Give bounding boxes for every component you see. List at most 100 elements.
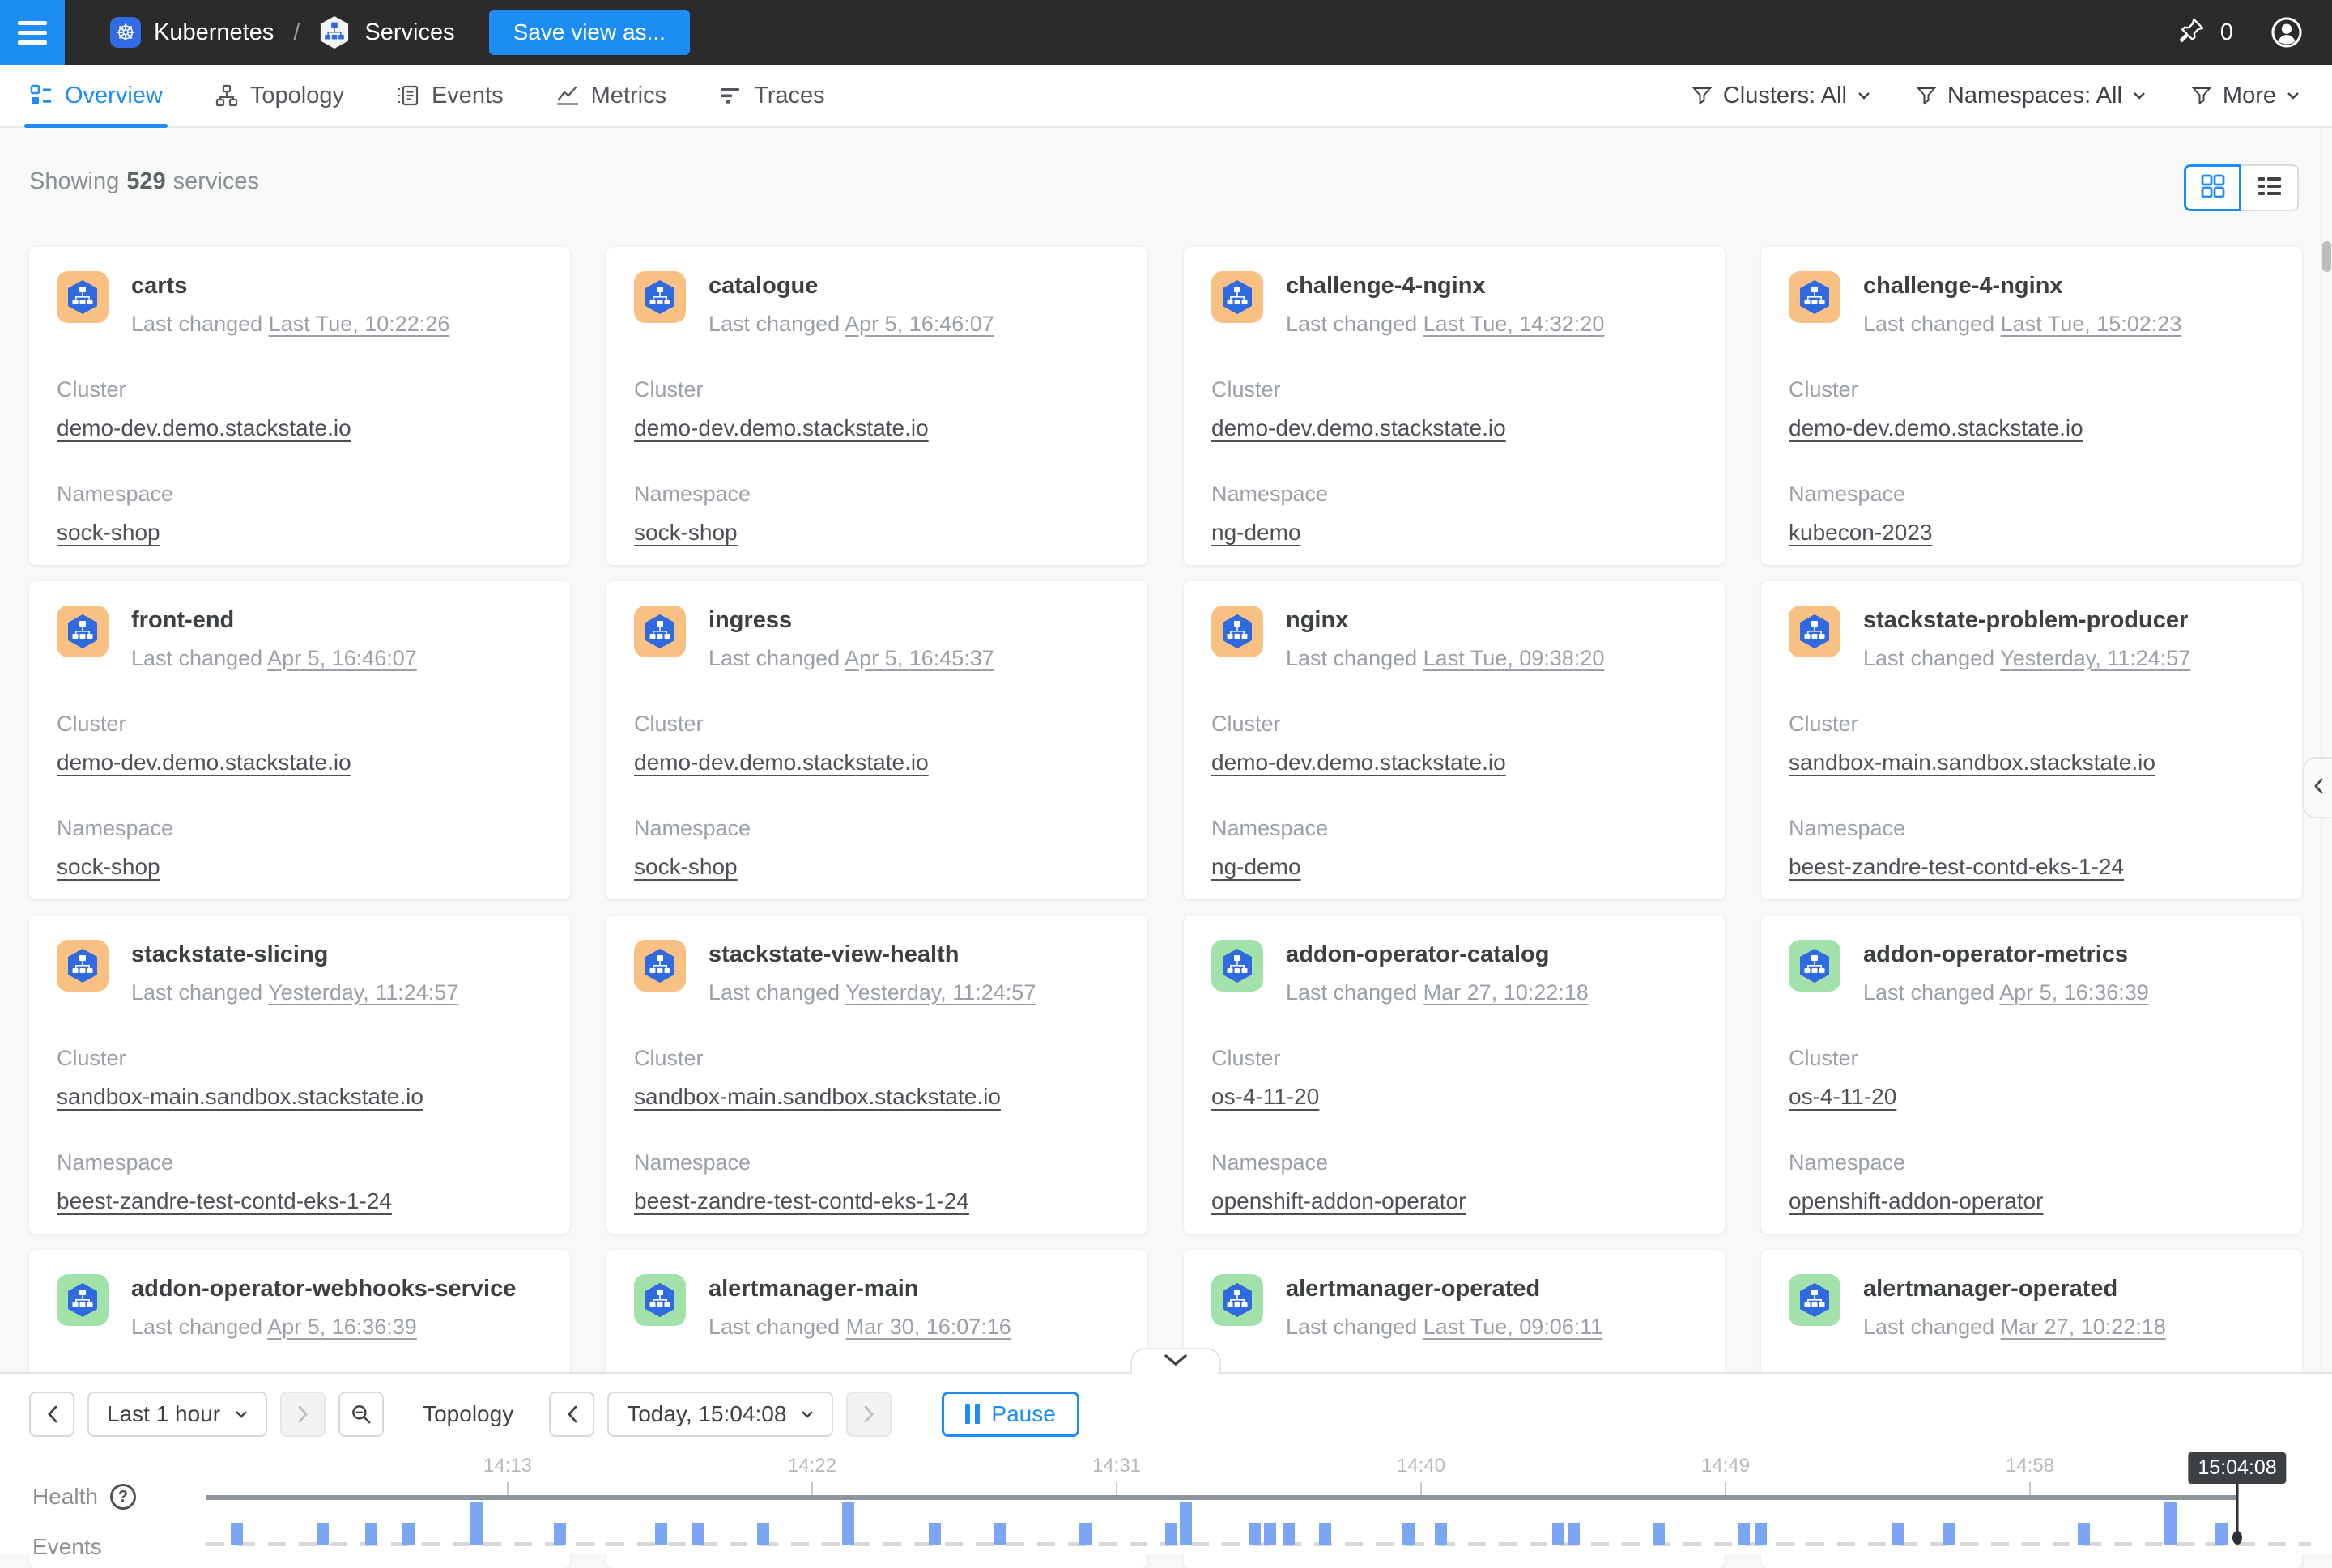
cluster-link[interactable]: demo-dev.demo.stackstate.io [634, 415, 929, 441]
filter-clusters-all[interactable]: Clusters: All [1692, 83, 1870, 109]
event-bar[interactable] [554, 1523, 566, 1545]
topology-time-forward-button[interactable] [846, 1392, 892, 1437]
hamburger-menu-button[interactable] [0, 0, 65, 65]
cluster-link[interactable]: sandbox-main.sandbox.stackstate.io [634, 1084, 1001, 1110]
event-bar[interactable] [757, 1523, 769, 1545]
tab-topology[interactable]: Topology [215, 65, 344, 126]
service-name[interactable]: nginx [1286, 606, 1604, 634]
event-bar[interactable] [1552, 1523, 1564, 1545]
namespace-link[interactable]: openshift-addon-operator [1211, 1188, 1466, 1214]
playhead-line[interactable] [2236, 1484, 2239, 1534]
pause-button[interactable]: Pause [942, 1392, 1079, 1437]
namespace-link[interactable]: beest-zandre-test-contd-eks-1-24 [57, 1188, 392, 1214]
cluster-link[interactable]: os-4-11-20 [1789, 1084, 1896, 1110]
event-bar[interactable] [2078, 1523, 2090, 1545]
save-view-button[interactable]: Save view as... [489, 10, 690, 55]
cluster-link[interactable]: demo-dev.demo.stackstate.io [57, 415, 351, 441]
event-bar[interactable] [1249, 1523, 1261, 1545]
cluster-link[interactable]: demo-dev.demo.stackstate.io [1789, 415, 2083, 441]
breadcrumb-app[interactable]: Kubernetes [154, 19, 274, 46]
service-card[interactable]: ingress Last changed Apr 5, 16:45:37 Clu… [606, 581, 1147, 899]
event-bar[interactable] [231, 1523, 243, 1545]
service-name[interactable]: ingress [709, 606, 994, 634]
last-changed-link[interactable]: Apr 5, 16:46:07 [845, 312, 994, 336]
event-bar[interactable] [1319, 1523, 1331, 1545]
cluster-link[interactable]: demo-dev.demo.stackstate.io [634, 750, 929, 776]
event-bar[interactable] [1943, 1523, 1955, 1545]
last-changed-link[interactable]: Last Tue, 10:22:26 [269, 312, 450, 336]
event-bar[interactable] [994, 1523, 1006, 1545]
time-range-back-button[interactable] [29, 1392, 74, 1437]
last-changed-link[interactable]: Yesterday, 11:24:57 [2000, 646, 2190, 670]
namespace-link[interactable]: openshift-addon-operator [1789, 1188, 2043, 1214]
service-card[interactable]: stackstate-problem-producer Last changed… [1761, 581, 2302, 899]
right-panel-expand-handle[interactable] [2303, 757, 2332, 818]
health-timeline-track[interactable] [206, 1495, 2237, 1500]
service-card[interactable]: challenge-4-nginx Last changed Last Tue,… [1184, 247, 1725, 565]
namespace-link[interactable]: ng-demo [1211, 854, 1301, 880]
event-bar[interactable] [2215, 1523, 2228, 1545]
event-bar[interactable] [2164, 1502, 2177, 1545]
help-icon[interactable]: ? [110, 1484, 136, 1510]
service-card[interactable]: carts Last changed Last Tue, 10:22:26 Cl… [29, 247, 570, 565]
grid-view-button[interactable] [2184, 164, 2241, 211]
time-range-forward-button[interactable] [280, 1392, 326, 1437]
service-name[interactable]: carts [131, 271, 449, 300]
breadcrumb-page[interactable]: Services [364, 19, 454, 46]
event-bar[interactable] [1738, 1523, 1750, 1545]
event-bar[interactable] [1892, 1523, 1904, 1545]
event-bar[interactable] [365, 1523, 377, 1545]
last-changed-link[interactable]: Last Tue, 15:02:23 [2001, 312, 2182, 336]
topology-time-back-button[interactable] [549, 1392, 594, 1437]
service-card[interactable]: nginx Last changed Last Tue, 09:38:20 Cl… [1184, 581, 1725, 899]
namespace-link[interactable]: sock-shop [57, 854, 160, 880]
timeline-collapse-tab[interactable] [1130, 1348, 1221, 1374]
cluster-link[interactable]: sandbox-main.sandbox.stackstate.io [57, 1084, 423, 1110]
service-name[interactable]: alertmanager-operated [1286, 1274, 1602, 1302]
event-bar[interactable] [402, 1523, 415, 1545]
last-changed-link[interactable]: Mar 30, 16:07:16 [846, 1315, 1011, 1339]
last-changed-link[interactable]: Last Tue, 09:38:20 [1423, 646, 1605, 670]
service-card[interactable]: catalogue Last changed Apr 5, 16:46:07 C… [606, 247, 1147, 565]
event-bar[interactable] [692, 1523, 704, 1545]
service-name[interactable]: front-end [131, 606, 417, 634]
service-card[interactable]: stackstate-slicing Last changed Yesterda… [29, 916, 570, 1234]
filter-namespaces-all[interactable]: Namespaces: All [1916, 83, 2146, 109]
event-bar[interactable] [1264, 1523, 1276, 1545]
service-name[interactable]: stackstate-slicing [131, 940, 458, 968]
namespace-link[interactable]: kubecon-2023 [1789, 520, 1932, 546]
namespace-link[interactable]: beest-zandre-test-contd-eks-1-24 [634, 1188, 969, 1214]
event-bar[interactable] [929, 1523, 941, 1545]
tab-overview[interactable]: Overview [29, 65, 163, 126]
cluster-link[interactable]: demo-dev.demo.stackstate.io [1211, 415, 1506, 441]
service-card[interactable]: addon-operator-catalog Last changed Mar … [1184, 916, 1725, 1234]
service-card[interactable]: challenge-4-nginx Last changed Last Tue,… [1761, 247, 2302, 565]
last-changed-link[interactable]: Yesterday, 11:24:57 [845, 980, 1036, 1005]
namespace-link[interactable]: sock-shop [634, 854, 738, 880]
list-view-button[interactable] [2241, 164, 2299, 211]
service-name[interactable]: addon-operator-webhooks-service [131, 1274, 516, 1302]
filter-more[interactable]: More [2191, 83, 2300, 109]
event-bar[interactable] [1435, 1523, 1447, 1545]
service-name[interactable]: stackstate-problem-producer [1863, 606, 2190, 634]
last-changed-link[interactable]: Yesterday, 11:24:57 [268, 980, 458, 1005]
last-changed-link[interactable]: Mar 27, 10:22:18 [1423, 980, 1589, 1005]
event-bar[interactable] [1165, 1523, 1177, 1545]
service-card[interactable]: stackstate-view-health Last changed Yest… [606, 916, 1147, 1234]
tab-metrics[interactable]: Metrics [555, 65, 666, 126]
last-changed-link[interactable]: Apr 5, 16:36:39 [267, 1315, 417, 1339]
namespace-link[interactable]: ng-demo [1211, 520, 1301, 546]
event-bar[interactable] [1568, 1523, 1580, 1545]
namespace-link[interactable]: beest-zandre-test-contd-eks-1-24 [1789, 854, 2124, 880]
service-card[interactable]: addon-operator-metrics Last changed Apr … [1761, 916, 2302, 1234]
service-card[interactable]: front-end Last changed Apr 5, 16:46:07 C… [29, 581, 570, 899]
tab-events[interactable]: Events [396, 65, 504, 126]
pin-icon[interactable] [2177, 16, 2206, 49]
event-bar[interactable] [1402, 1523, 1415, 1545]
topology-datetime-dropdown[interactable]: Today, 15:04:08 [607, 1392, 833, 1437]
event-bar[interactable] [317, 1523, 329, 1545]
last-changed-link[interactable]: Apr 5, 16:45:37 [845, 646, 994, 670]
cluster-link[interactable]: os-4-11-20 [1211, 1084, 1319, 1110]
last-changed-link[interactable]: Apr 5, 16:36:39 [1999, 980, 2149, 1005]
last-changed-link[interactable]: Apr 5, 16:46:07 [267, 646, 417, 670]
